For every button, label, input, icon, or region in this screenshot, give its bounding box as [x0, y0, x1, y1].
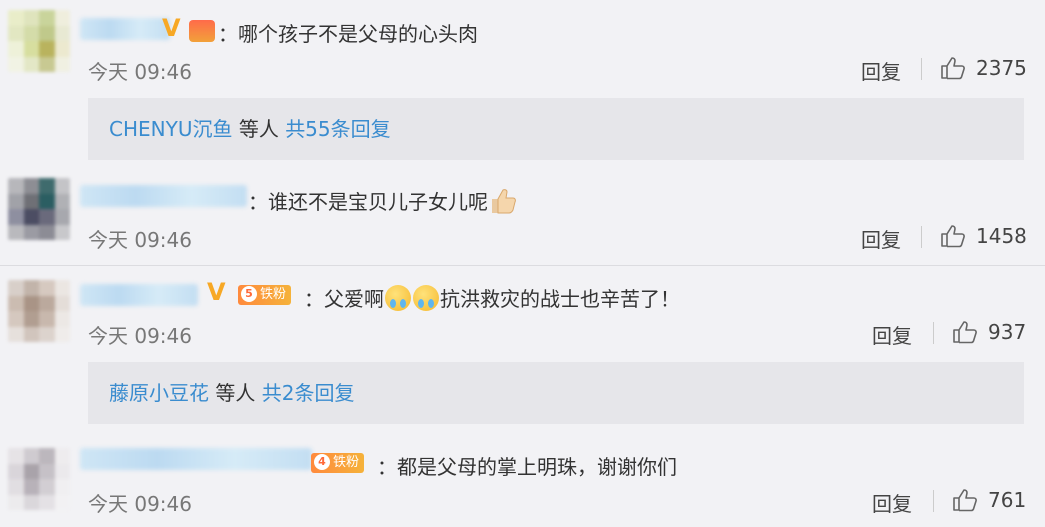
- sub-reply-count[interactable]: 共2条回复: [262, 381, 355, 405]
- sub-reply-box[interactable]: 藤原小豆花 等人 共2条回复: [88, 362, 1024, 424]
- divider: [933, 490, 934, 512]
- comment-text: ：父爱啊 抗洪救灾的战士也辛苦了！: [304, 283, 680, 312]
- like-count: 761: [988, 488, 1027, 512]
- reply-button[interactable]: 回复: [861, 224, 901, 253]
- comment-time: 今天 09:46: [88, 60, 192, 84]
- sub-reply-others: 等人: [232, 117, 286, 141]
- fan-badge-label: 铁粉: [333, 455, 360, 470]
- avatar[interactable]: [8, 178, 70, 240]
- avatar[interactable]: [8, 448, 70, 510]
- comment-text: ：谁还不是宝贝儿子女儿呢: [248, 186, 518, 215]
- comment-text-body: ：谁还不是宝贝儿子女儿呢: [248, 190, 488, 214]
- comment-item: V ：哪个孩子不是父母的心头肉 今天 09:46 回复 2375 CHENYU沉…: [0, 0, 1045, 170]
- v-badge-icon: V: [207, 278, 226, 306]
- comment-text-tail: 抗洪救灾的战士也辛苦了！: [440, 287, 680, 311]
- like-icon[interactable]: [952, 320, 978, 344]
- like-count: 2375: [976, 56, 1027, 80]
- sub-reply-box[interactable]: CHENYU沉鱼 等人 共55条回复: [88, 98, 1024, 160]
- comment-text: ：都是父母的掌上明珠，谢谢你们: [377, 455, 677, 479]
- avatar[interactable]: [8, 10, 70, 72]
- sub-reply-user[interactable]: CHENYU沉鱼: [109, 117, 232, 141]
- fan-badge-label: 铁粉: [260, 287, 287, 302]
- crown-badge-icon: [189, 20, 215, 42]
- crying-emoji: [385, 285, 411, 311]
- reply-button[interactable]: 回复: [861, 56, 901, 85]
- like-icon[interactable]: [940, 224, 966, 248]
- divider: [921, 226, 922, 248]
- comment-text-body: ：父爱啊: [304, 287, 384, 311]
- fan-badge-level: 5: [241, 286, 257, 302]
- fan-badge-icon: 4 铁粉: [311, 453, 365, 473]
- username[interactable]: [80, 185, 247, 207]
- comment-time: 今天 09:46: [88, 492, 192, 516]
- v-badge-icon: V: [162, 14, 181, 42]
- like-icon[interactable]: [952, 488, 978, 512]
- like-icon[interactable]: [940, 56, 966, 80]
- crying-emoji: [413, 285, 439, 311]
- like-count: 937: [988, 320, 1027, 344]
- divider: [933, 322, 934, 344]
- sub-reply-others: 等人: [209, 381, 262, 405]
- fan-badge-icon: 5 铁粉: [238, 285, 292, 305]
- avatar[interactable]: [8, 280, 70, 342]
- username[interactable]: [80, 448, 312, 470]
- like-count: 1458: [976, 224, 1027, 248]
- comment-time: 今天 09:46: [88, 324, 192, 348]
- fan-badge-level: 4: [314, 454, 330, 470]
- divider: [921, 58, 922, 80]
- comment-item: V 5 铁粉 ：父爱啊 抗洪救灾的战士也辛苦了！ 今天 09:46 回复 937 藤…: [0, 266, 1045, 436]
- sub-reply-count[interactable]: 共55条回复: [285, 117, 390, 141]
- comment-item: 4 铁粉 ：都是父母的掌上明珠，谢谢你们 今天 09:46 回复 761: [0, 436, 1045, 527]
- thumbs-up-emoji: [492, 189, 516, 214]
- username[interactable]: [80, 18, 170, 40]
- username[interactable]: [80, 284, 198, 306]
- comment-time: 今天 09:46: [88, 228, 192, 252]
- comment-item: ：谁还不是宝贝儿子女儿呢 今天 09:46 回复 1458: [0, 170, 1045, 265]
- reply-button[interactable]: 回复: [872, 320, 912, 349]
- reply-button[interactable]: 回复: [872, 488, 912, 517]
- sub-reply-user[interactable]: 藤原小豆花: [109, 381, 209, 405]
- comment-text: ：哪个孩子不是父母的心头肉: [218, 22, 478, 46]
